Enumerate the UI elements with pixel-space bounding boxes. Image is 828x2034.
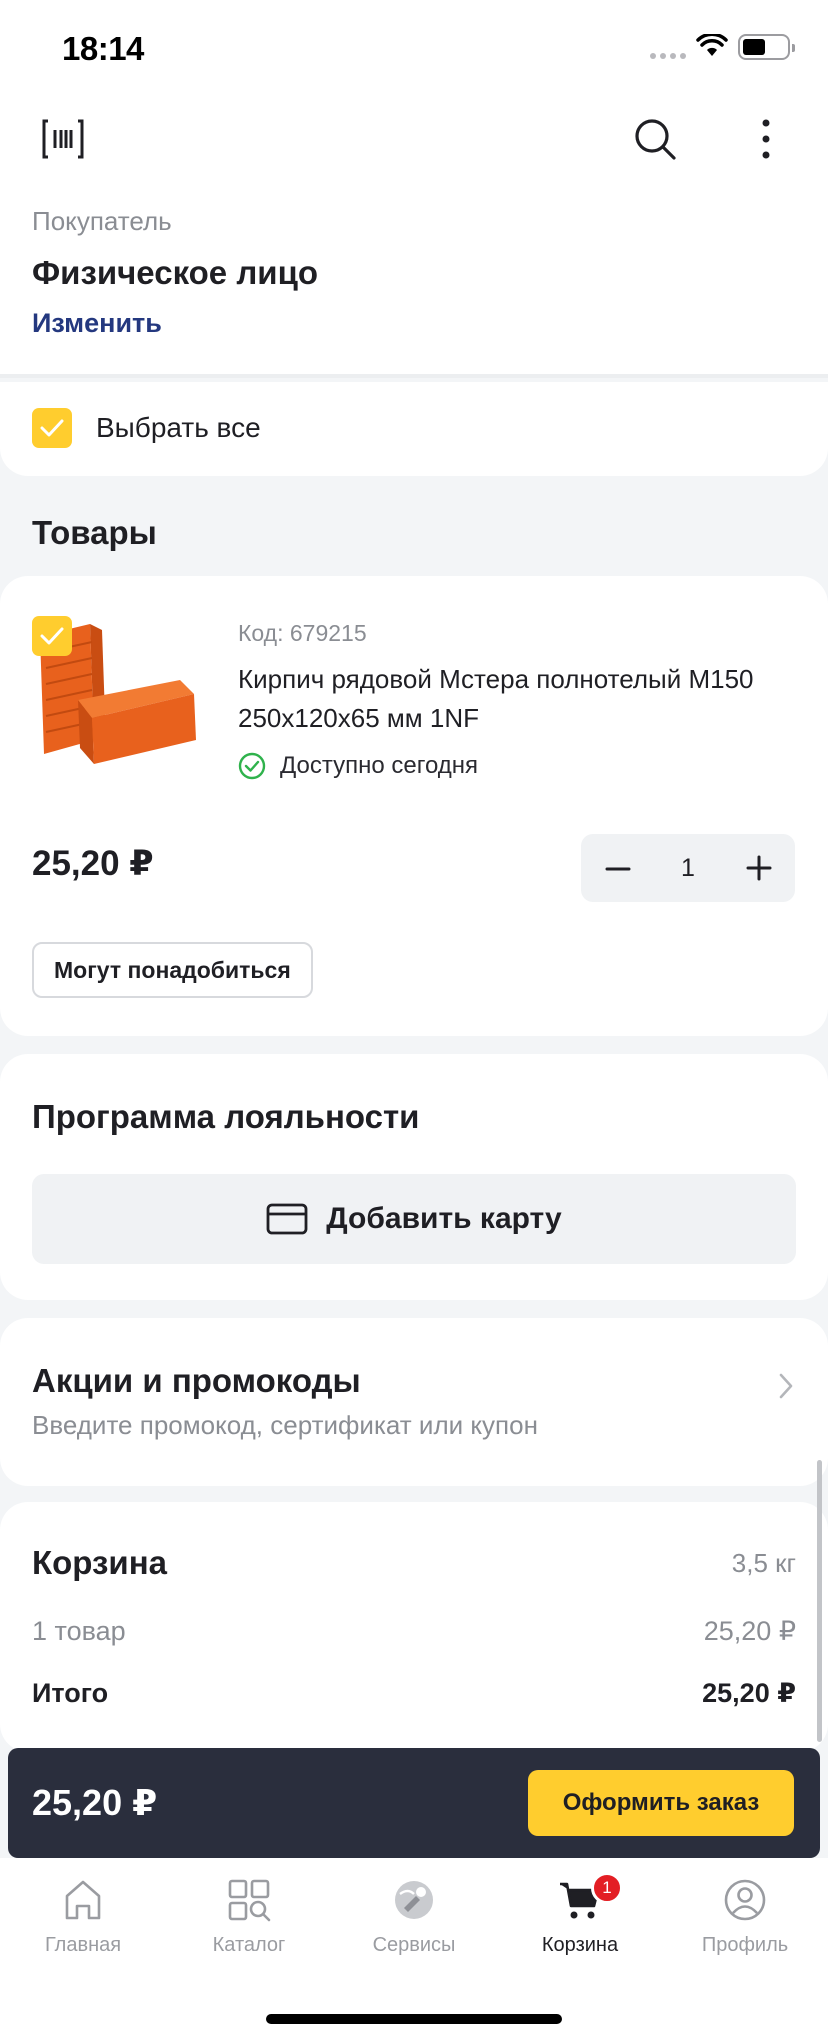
place-order-button[interactable]: Оформить заказ <box>528 1770 794 1836</box>
cart-summary: Корзина 3,5 кг 1 товар 25,20 ₽ Итого 25,… <box>0 1502 828 1752</box>
increase-quantity-button[interactable] <box>746 855 772 881</box>
home-indicator[interactable] <box>266 2014 562 2024</box>
status-time: 18:14 <box>62 30 144 67</box>
product-code: Код: 679215 <box>238 620 367 646</box>
items-count-label: 1 товар <box>32 1616 126 1646</box>
status-bar: 18:14 <box>0 0 828 96</box>
tab-services[interactable]: Сервисы <box>331 1878 497 1978</box>
credit-card-icon <box>266 1203 308 1235</box>
tab-catalog[interactable]: Каталог <box>166 1878 332 1978</box>
loyalty-card: Программа лояльности Добавить карту <box>0 1054 828 1300</box>
product-name[interactable]: Кирпич рядовой Мстера полнотелый М150 25… <box>238 660 778 738</box>
barcode-scan-icon[interactable] <box>40 118 86 160</box>
availability-text: Доступно сегодня <box>280 752 479 779</box>
tab-home[interactable]: Главная <box>0 1878 166 1978</box>
battery-icon <box>738 34 795 60</box>
tab-services-label: Сервисы <box>372 1934 456 1956</box>
promo-card[interactable]: Акции и промокоды Введите промокод, серт… <box>0 1318 828 1486</box>
availability-status: Доступно сегодня <box>238 752 478 780</box>
signal-icon <box>650 53 686 59</box>
profile-icon <box>724 1879 766 1921</box>
change-buyer-link[interactable]: Изменить <box>32 308 162 339</box>
catalog-icon <box>228 1879 271 1922</box>
loyalty-title: Программа лояльности <box>32 1098 420 1135</box>
products-section-title: Товары <box>32 514 157 551</box>
app-header <box>0 96 828 184</box>
select-all-row[interactable]: Выбрать все <box>0 382 828 476</box>
chevron-right-icon <box>779 1373 793 1399</box>
buyer-type: Физическое лицо <box>32 254 319 291</box>
tab-profile-label: Профиль <box>701 1934 789 1956</box>
more-menu-icon[interactable] <box>752 116 780 162</box>
add-card-label: Добавить карту <box>326 1202 562 1235</box>
scrollbar[interactable] <box>817 1460 822 1742</box>
cart-weight: 3,5 кг <box>731 1548 796 1578</box>
product-checkbox[interactable] <box>32 616 72 656</box>
home-icon <box>65 1880 101 1920</box>
may-need-button[interactable]: Могут понадобиться <box>32 942 313 998</box>
tab-cart-label: Корзина <box>541 1934 619 1956</box>
cart-badge: 1 <box>591 1872 623 1904</box>
buyer-label: Покупатель <box>32 206 172 236</box>
summary-title: Корзина <box>32 1544 167 1581</box>
product-price: 25,20 ₽ <box>32 844 154 883</box>
add-card-button[interactable]: Добавить карту <box>32 1174 796 1264</box>
tab-profile[interactable]: Профиль <box>662 1878 828 1978</box>
promo-title: Акции и промокоды <box>32 1362 361 1399</box>
tab-catalog-label: Каталог <box>212 1934 286 1956</box>
promo-subtitle: Введите промокод, сертификат или купон <box>32 1410 538 1440</box>
cart-screen: 18:14 Покупатель Физическое лицо Изменит… <box>0 0 828 2034</box>
tab-home-label: Главная <box>44 1934 122 1956</box>
buyer-section: Покупатель Физическое лицо Изменить <box>0 184 828 378</box>
select-all-checkbox[interactable] <box>32 408 72 448</box>
services-icon <box>395 1881 433 1919</box>
quantity-stepper: 1 <box>581 834 795 902</box>
check-circle-icon <box>238 752 266 780</box>
select-all-label: Выбрать все <box>96 412 261 443</box>
product-card: Код: 679215 Кирпич рядовой Мстера полнот… <box>0 576 828 1036</box>
tab-cart[interactable]: 1 Корзина <box>497 1872 663 1978</box>
search-icon[interactable] <box>632 116 678 162</box>
checkout-bar: 25,20 ₽ Оформить заказ <box>8 1748 820 1858</box>
items-sum-value: 25,20 ₽ <box>703 1616 796 1646</box>
total-value: 25,20 ₽ <box>702 1678 796 1708</box>
checkout-total: 25,20 ₽ <box>32 1782 158 1823</box>
bottom-tab-bar: Главная Каталог Сервисы 1 Корзина Профил… <box>0 1858 828 2034</box>
total-label: Итого <box>32 1678 109 1708</box>
wifi-icon <box>696 34 728 56</box>
